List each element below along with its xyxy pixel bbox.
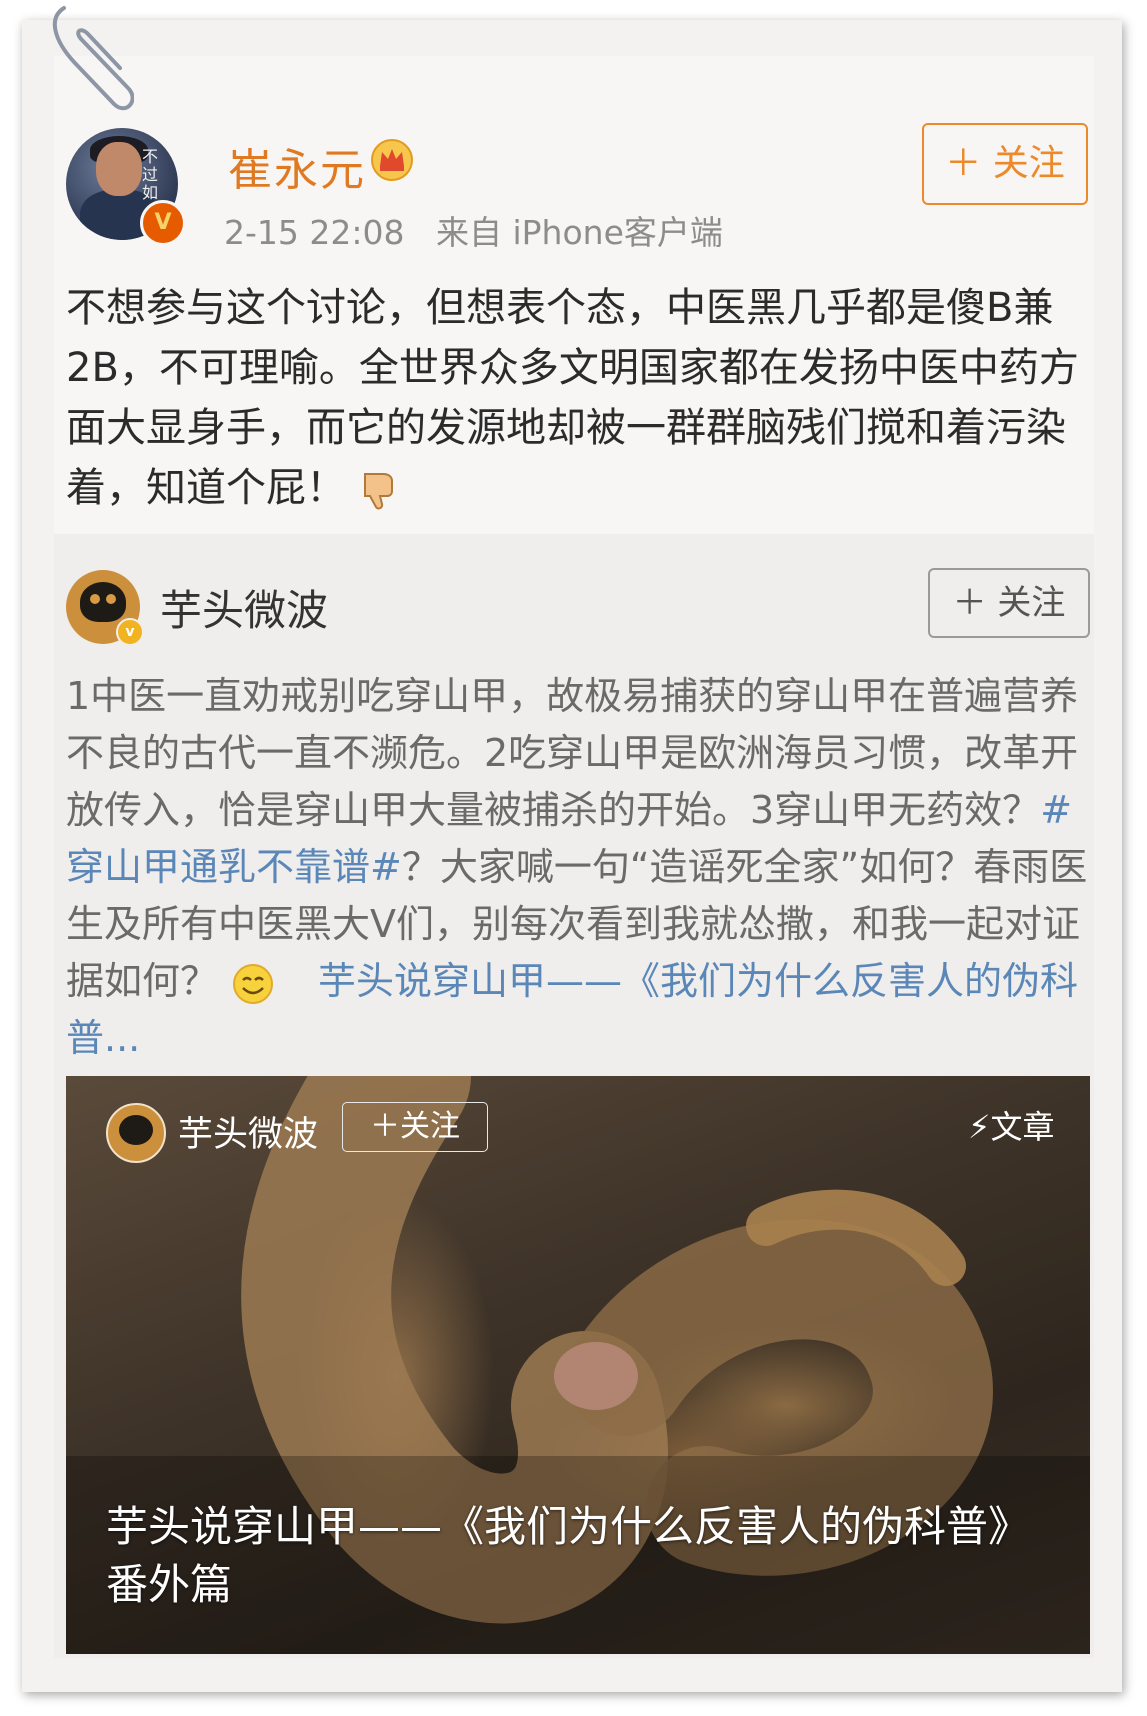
crown-icon: [371, 139, 413, 181]
article-card[interactable]: 芋头微波 ＋关注 ⚡文章 芋头说穿山甲——《我们为什么反害人的伪科普》番外篇: [66, 1076, 1090, 1654]
post-source: 来自 iPhone客户端: [435, 213, 723, 252]
card-author-name[interactable]: 芋头微波: [178, 1106, 318, 1157]
card-author-avatar[interactable]: [106, 1103, 166, 1163]
post-meta: 2-15 22:08 来自 iPhone客户端: [224, 206, 723, 254]
smile-emoji-icon: [233, 963, 274, 1004]
follow-button[interactable]: ＋ 关注: [922, 123, 1088, 205]
repost-follow-button[interactable]: ＋ 关注: [928, 568, 1090, 638]
post-body: 不想参与这个讨论，但想表个态，中医黑几乎都是傻B兼2B，不可理喻。全世界众多文明…: [66, 285, 1079, 511]
repost-body-1: 1中医一直劝戒别吃穿山甲，故极易捕获的穿山甲在普遍营养不良的古代一直不濒危。2吃…: [66, 674, 1079, 832]
article-title[interactable]: 芋头说穿山甲——《我们为什么反害人的伪科普》番外篇: [106, 1498, 1046, 1614]
post-text: 不想参与这个讨论，但想表个态，中医黑几乎都是傻B兼2B，不可理喻。全世界众多文明…: [66, 278, 1086, 518]
lightning-icon: ⚡: [968, 1108, 991, 1146]
article-tag: ⚡文章: [968, 1102, 1054, 1148]
verified-badge-small: v: [116, 618, 144, 646]
thumbs-down-icon: [363, 473, 393, 510]
card-follow-button[interactable]: ＋关注: [342, 1102, 488, 1152]
author-name[interactable]: 崔永元: [228, 134, 366, 198]
post-time: 2-15 22:08: [224, 213, 405, 252]
verified-badge: V: [140, 200, 186, 246]
article-tag-label: 文章: [990, 1108, 1055, 1146]
paperclip-icon: [53, 6, 134, 111]
repost-author-name[interactable]: 芋头微波: [160, 577, 328, 638]
repost-text: 1中医一直劝戒别吃穿山甲，故极易捕获的穿山甲在普遍营养不良的古代一直不濒危。2吃…: [66, 668, 1094, 1067]
